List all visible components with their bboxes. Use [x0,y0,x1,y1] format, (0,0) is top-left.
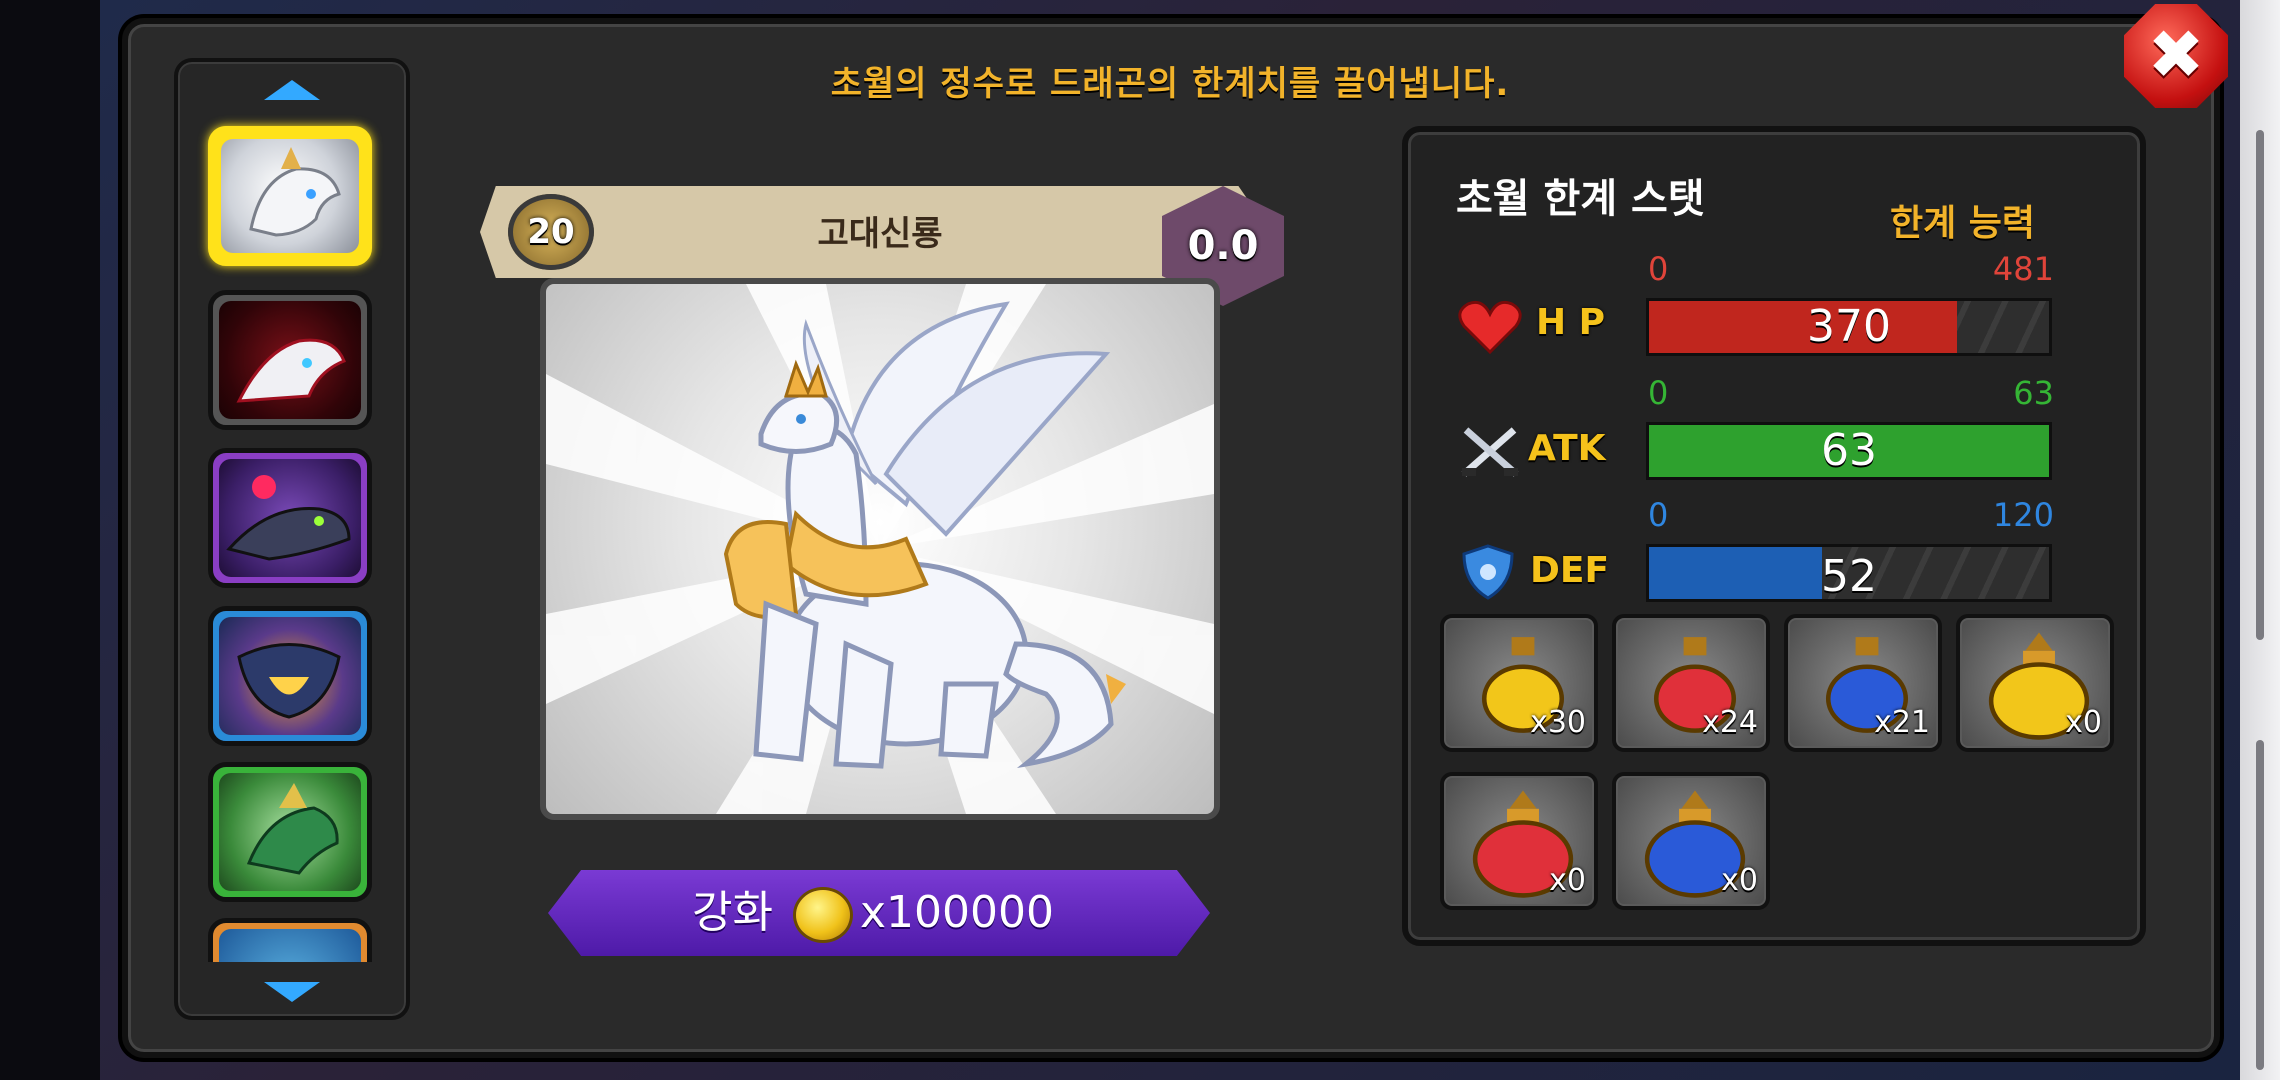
dragon-list-item-white-dragon[interactable] [208,126,372,266]
dragon-head-icon [236,338,346,403]
potion-count: x0 [1549,863,1586,898]
dragon-list-item-green-dragon[interactable] [208,762,372,902]
potion-slot-small-blue[interactable]: x21 [1784,614,1942,752]
level-badge: 20 [508,194,594,270]
potion-slot-small-red[interactable]: x24 [1612,614,1770,752]
atk-value: 63 [1821,425,1877,476]
dragon-list-item-orange-dragon[interactable] [208,918,372,962]
hp-min: 0 [1648,250,1669,288]
potion-count: x0 [1721,863,1758,898]
atk-label: ATK [1528,428,1606,469]
dragon-list-item-red-white-dragon[interactable] [208,290,372,430]
dragon-illustration [546,284,1214,814]
arrow-up-icon[interactable] [264,80,320,100]
dragon-head-icon [246,783,339,875]
blue-flame-dragon-portrait [219,617,361,735]
hp-label: H P [1536,302,1606,343]
def-label: DEF [1530,550,1610,591]
level-value: 20 [527,212,575,252]
upgrade-label: 강화 [692,887,773,938]
hp-max: 481 [1992,250,2054,288]
header-message: 초월의 정수로 드래곤의 한계치를 끌어냅니다. [830,64,1510,104]
cap-ability-label: 한계 능력 [1890,203,2036,244]
dragon-list-item-blue-flame-dragon[interactable] [208,606,372,746]
potion-count: x0 [2065,705,2102,740]
hp-value: 370 [1807,301,1891,352]
close-button[interactable]: ✖ [2124,4,2228,108]
dragon-list-overflow [178,910,406,962]
dragon-head-icon [226,475,351,561]
potion-slot-large-yellow[interactable]: x0 [1956,614,2114,752]
green-dragon-portrait [219,773,361,891]
potion-slot-large-red[interactable]: x0 [1440,772,1598,910]
potion-count: x30 [1530,705,1586,740]
scrollbar-thumb[interactable] [2256,130,2264,640]
dragon-list-item-purple-dragon[interactable] [208,448,372,588]
dragon-portrait [540,278,1220,820]
dragon-head-icon [237,643,341,719]
atk-min: 0 [1648,374,1669,412]
potion-slot-small-yellow[interactable]: x30 [1440,614,1598,752]
close-icon: ✖ [2147,16,2205,95]
stats-panel-title: 초월 한계 스탯 [1456,176,1705,222]
atk-max: 63 [2013,374,2054,412]
arrow-down-icon[interactable] [264,982,320,1002]
red-white-dragon-portrait [219,301,361,419]
orange-dragon-portrait [219,929,361,962]
potion-count: x24 [1702,705,1758,740]
shield-icon [1462,544,1514,600]
def-value: 52 [1821,551,1877,602]
potion-count: x21 [1874,705,1930,740]
upgrade-cost: x100000 [860,887,1055,938]
def-max: 120 [1992,496,2054,534]
def-min: 0 [1648,496,1669,534]
scrollbar-thumb-lower[interactable] [2256,740,2264,1070]
purple-dragon-portrait [219,459,361,577]
white-dragon-portrait [221,139,359,253]
heart-icon [1458,300,1522,354]
gold-coin-icon [796,890,850,940]
dragon-head-icon [249,147,341,237]
potion-slot-large-blue[interactable]: x0 [1612,772,1770,910]
crossed-swords-icon [1461,427,1519,477]
dragon-name: 고대신룡 [817,214,943,254]
